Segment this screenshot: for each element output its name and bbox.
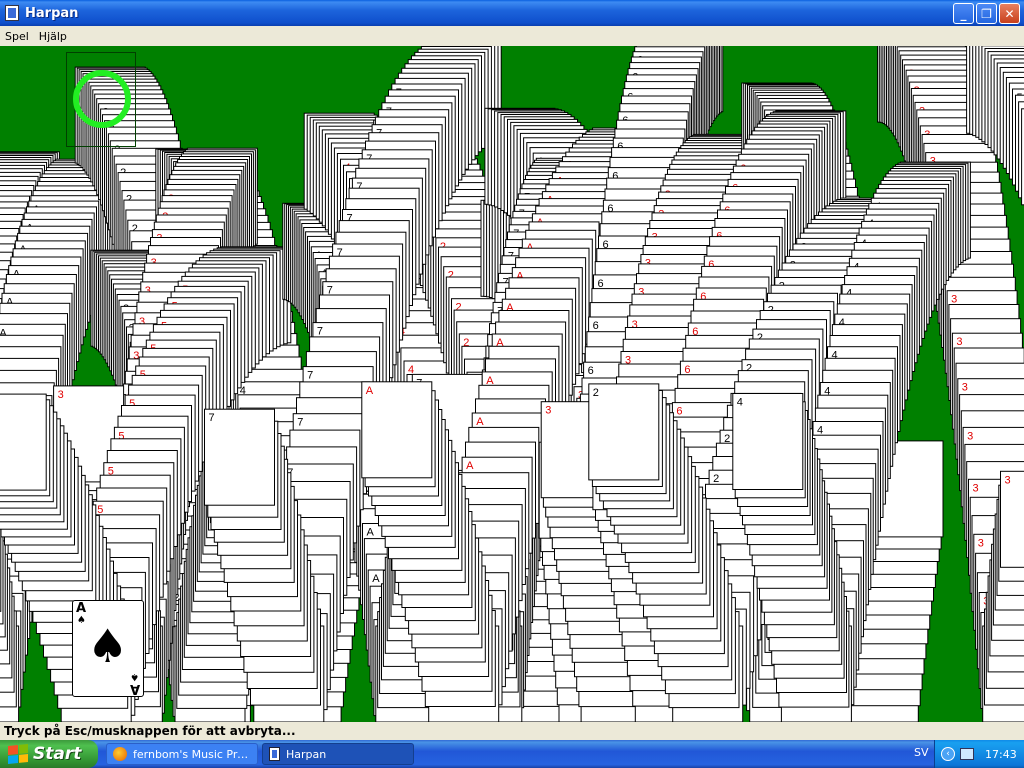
status-bar: Tryck på Esc/musknappen för att avbryta.…	[0, 722, 1024, 740]
taskbar-item-harpan[interactable]: Harpan	[262, 743, 414, 765]
spade-icon: ♠	[87, 619, 129, 673]
card-trail-card	[204, 408, 275, 506]
card-trail-step: A	[361, 381, 433, 479]
tray-expand-icon[interactable]: ‹	[941, 747, 955, 761]
card-trail-rank: 3	[1005, 474, 1011, 486]
card-trail-rank: 3	[58, 389, 64, 401]
card-trail-step: 2	[588, 383, 660, 481]
clock[interactable]: 17:43	[985, 748, 1017, 761]
card-trail-rank: 3	[951, 294, 957, 306]
taskbar-item-label: fernbom's Music Profil...	[133, 747, 251, 761]
menu-spel[interactable]: Spel	[0, 30, 34, 43]
taskbar-item-label: Harpan	[286, 747, 327, 761]
card-trail-rank: 6	[588, 365, 594, 377]
card-rank-inverted: A	[129, 681, 140, 696]
card-trail-step: 7	[204, 408, 275, 506]
card-trail-rank: 3	[956, 336, 962, 348]
card-cascade: AAAAAAAAAAAAAAAAAAAAAAAAAAAAAAAA22222222…	[0, 46, 1024, 722]
card-trail-step: 3	[1000, 470, 1024, 568]
firefox-icon	[113, 747, 127, 761]
minimize-button[interactable]: _	[953, 3, 974, 24]
game-board[interactable]: AAAAAAAAAAAAAAAAAAAAAAAAAAAAAAAA22222222…	[0, 46, 1024, 722]
card-trail-rank: 6	[676, 406, 682, 418]
card-trail-rank: 4	[737, 397, 743, 409]
card-trail-rank: A	[366, 385, 374, 397]
menu-bar: Spel Hjälp	[0, 26, 1024, 46]
card-trail-rank: 3	[545, 405, 551, 417]
card-trail-rank: 6	[593, 320, 599, 332]
status-text: Tryck på Esc/musknappen för att avbryta.…	[4, 724, 296, 738]
windows-logo-icon	[8, 743, 28, 765]
title-bar[interactable]: Harpan _ ❐ ✕	[0, 0, 1024, 26]
card-trail-card	[588, 383, 660, 481]
window-title: Harpan	[25, 5, 79, 21]
card-suit-small: ♠	[77, 615, 86, 626]
card-rank: A	[76, 601, 87, 616]
card-trail-step: 5	[0, 393, 47, 491]
taskbar-item-firefox[interactable]: fernbom's Music Profil...	[106, 743, 258, 765]
menu-hjalp[interactable]: Hjälp	[34, 30, 72, 43]
start-button[interactable]: Start	[0, 740, 98, 768]
window-controls: _ ❐ ✕	[953, 3, 1020, 24]
system-tray: ‹ 17:43	[934, 740, 1024, 768]
card-trail-rank: 2	[593, 387, 599, 399]
card-trail-rank: 3	[962, 382, 968, 394]
network-icon[interactable]	[960, 748, 974, 760]
card-trail-rank: 7	[209, 412, 215, 424]
deck-slot-empty[interactable]	[66, 52, 136, 147]
card-trail-rank: 3	[978, 537, 984, 549]
maximize-button[interactable]: ❐	[976, 3, 997, 24]
close-button[interactable]: ✕	[999, 3, 1020, 24]
card-trail-rank: A	[466, 460, 474, 472]
taskbar: Start fernbom's Music Profil... Harpan	[0, 740, 1024, 768]
solitaire-icon	[269, 747, 280, 761]
card-trail-rank: 3	[973, 482, 979, 494]
card-trail-step: 4	[732, 393, 804, 490]
card-trail-rank: 7	[307, 370, 313, 382]
redeal-ring-icon	[73, 70, 131, 128]
card-trail-rank: 7	[317, 326, 323, 338]
card-trail-card	[0, 393, 47, 491]
card-trail-rank: 2	[713, 473, 719, 485]
card-trail-rank: 3	[967, 430, 973, 442]
card-trail-rank: A	[372, 573, 380, 585]
start-label: Start	[33, 744, 82, 764]
solitaire-app-icon[interactable]	[5, 5, 19, 21]
card-trail-card	[732, 393, 804, 490]
language-indicator[interactable]: SV	[914, 746, 929, 759]
card-trail-rank: A	[476, 416, 484, 428]
card-trail-rank: A	[367, 527, 375, 539]
card-trail-rank: 7	[297, 417, 303, 429]
bouncing-card: A ♠ ♠ ♠ A	[72, 600, 144, 697]
